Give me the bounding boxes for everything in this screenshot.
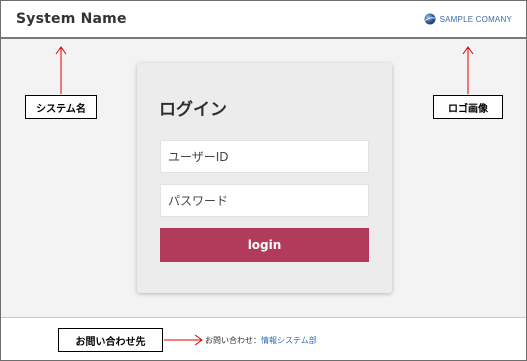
- annotation-logo-image: ロゴ画像: [433, 95, 503, 119]
- login-button[interactable]: login: [160, 228, 369, 262]
- user-id-input[interactable]: ユーザーID: [160, 140, 369, 173]
- annotation-contact: お問い合わせ先: [58, 328, 163, 352]
- arrowhead-logo: [462, 46, 474, 55]
- login-card: ログイン ユーザーID パスワード login: [137, 63, 392, 293]
- contact-info: お問い合わせ：情報システム部: [205, 335, 317, 346]
- contact-link[interactable]: 情報システム部: [261, 336, 317, 345]
- password-input[interactable]: パスワード: [160, 184, 369, 217]
- logo-text: SAMPLE COMANY: [439, 14, 512, 24]
- user-id-placeholder: ユーザーID: [168, 150, 229, 164]
- annotation-system-name: システム名: [25, 95, 97, 119]
- header: System Name SAMPLE COMANY: [1, 1, 526, 39]
- password-placeholder: パスワード: [168, 194, 229, 208]
- system-name: System Name: [16, 11, 127, 27]
- arrowhead-system-name: [55, 46, 67, 55]
- app-frame: System Name SAMPLE COMANY ログイン ユーザーID パス…: [0, 0, 527, 361]
- company-logo[interactable]: SAMPLE COMANY: [424, 12, 512, 26]
- contact-label: お問い合わせ：: [205, 336, 261, 345]
- login-title: ログイン: [159, 100, 227, 120]
- globe-icon: [424, 13, 436, 25]
